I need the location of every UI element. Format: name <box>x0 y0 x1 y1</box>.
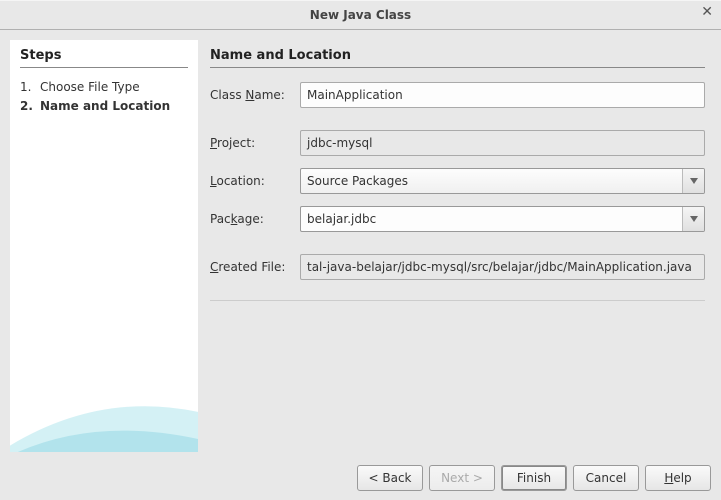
package-label: Package: <box>210 212 294 226</box>
step-label: Name and Location <box>40 97 170 116</box>
project-field: jdbc-mysql <box>300 130 705 156</box>
class-name-value: MainApplication <box>307 88 403 102</box>
row-project: Project: jdbc-mysql <box>210 130 705 156</box>
step-choose-file-type: 1. Choose File Type <box>20 78 188 97</box>
chevron-down-icon[interactable] <box>682 207 704 231</box>
steps-divider <box>20 67 188 68</box>
cancel-button[interactable]: Cancel <box>573 465 639 491</box>
class-name-input[interactable]: MainApplication <box>300 82 705 108</box>
decorative-swoosh <box>10 322 198 452</box>
finish-button[interactable]: Finish <box>501 465 567 491</box>
window-title: New Java Class <box>310 8 411 22</box>
steps-heading: Steps <box>20 48 188 63</box>
package-combobox[interactable]: belajar.jdbc <box>300 206 705 232</box>
row-location: Location: Source Packages <box>210 168 705 194</box>
created-file-label: Created File: <box>210 260 294 274</box>
step-label: Choose File Type <box>40 78 140 97</box>
row-created-file: Created File: tal-java-belajar/jdbc-mysq… <box>210 254 705 280</box>
button-bar: < Back Next > Finish Cancel Help <box>0 456 721 500</box>
project-label: Project: <box>210 136 294 150</box>
created-file-value: tal-java-belajar/jdbc-mysql/src/belajar/… <box>307 260 692 274</box>
step-number: 2. <box>20 97 34 116</box>
titlebar: New Java Class ✕ <box>0 0 721 30</box>
steps-sidebar: Steps 1. Choose File Type 2. Name and Lo… <box>10 40 198 452</box>
back-button[interactable]: < Back <box>357 465 423 491</box>
form-separator <box>210 300 705 301</box>
step-number: 1. <box>20 78 34 97</box>
location-combobox[interactable]: Source Packages <box>300 168 705 194</box>
dialog-window: New Java Class ✕ Steps 1. Choose File Ty… <box>0 0 721 500</box>
step-name-and-location: 2. Name and Location <box>20 97 188 116</box>
next-button: Next > <box>429 465 495 491</box>
created-file-field: tal-java-belajar/jdbc-mysql/src/belajar/… <box>300 254 705 280</box>
main-panel: Name and Location Class Name: MainApplic… <box>206 40 713 452</box>
location-value: Source Packages <box>301 169 682 193</box>
project-value: jdbc-mysql <box>307 136 373 150</box>
panel-heading: Name and Location <box>210 48 705 63</box>
location-label: Location: <box>210 174 294 188</box>
chevron-down-icon[interactable] <box>682 169 704 193</box>
close-icon[interactable]: ✕ <box>701 5 713 19</box>
package-value: belajar.jdbc <box>301 207 682 231</box>
dialog-body: Steps 1. Choose File Type 2. Name and Lo… <box>0 30 721 456</box>
row-package: Package: belajar.jdbc <box>210 206 705 232</box>
steps-list: 1. Choose File Type 2. Name and Location <box>20 78 188 116</box>
class-name-label: Class Name: <box>210 88 294 102</box>
row-class-name: Class Name: MainApplication <box>210 82 705 108</box>
help-button[interactable]: Help <box>645 465 711 491</box>
panel-divider <box>210 67 705 68</box>
